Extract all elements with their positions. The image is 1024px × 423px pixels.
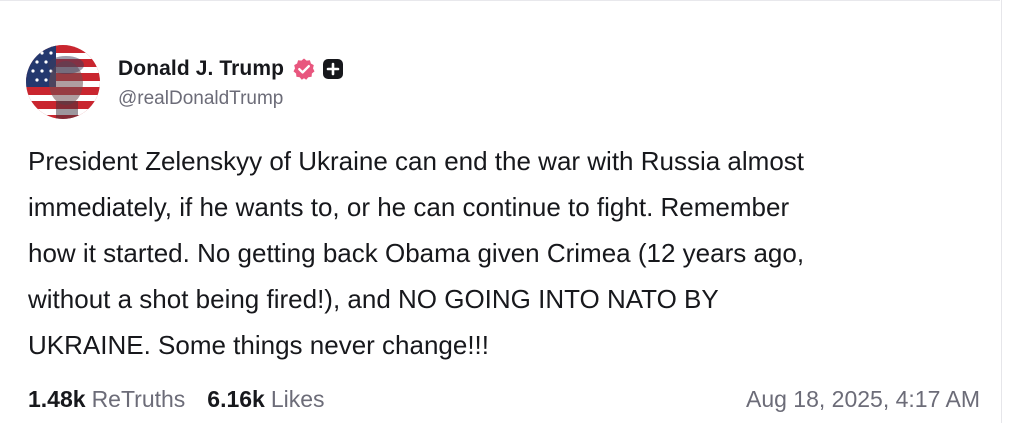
verified-badge-icon xyxy=(292,57,316,81)
retruths-label: ReTruths xyxy=(91,385,186,412)
author-handle[interactable]: @realDonaldTrump xyxy=(118,88,344,110)
post-body-text: President Zelenskyy of Ukraine can end t… xyxy=(28,146,805,360)
scrollbar-track[interactable] xyxy=(1001,0,1024,423)
retruths-count: 1.48k xyxy=(28,385,86,412)
likes-stat[interactable]: 6.16k Likes xyxy=(207,386,324,413)
retruths-stat[interactable]: 1.48k ReTruths xyxy=(28,386,185,413)
plus-square-icon[interactable] xyxy=(322,58,344,80)
post-timestamp[interactable]: Aug 18, 2025, 4:17 AM xyxy=(746,386,980,413)
post-footer: 1.48k ReTruths 6.16k Likes Aug 18, 2025,… xyxy=(28,381,980,417)
top-divider xyxy=(0,0,1000,1)
author-info: Donald J. Trump @realDonaldTrump xyxy=(118,54,344,110)
likes-count: 6.16k xyxy=(207,385,265,412)
post-card: Donald J. Trump @realDonaldTrump Preside… xyxy=(0,0,1024,423)
author-display-name[interactable]: Donald J. Trump xyxy=(118,57,284,81)
avatar-image xyxy=(26,45,100,119)
post-header: Donald J. Trump @realDonaldTrump xyxy=(26,44,344,120)
likes-label: Likes xyxy=(270,385,325,412)
avatar[interactable] xyxy=(26,45,100,119)
name-row: Donald J. Trump xyxy=(118,54,344,84)
